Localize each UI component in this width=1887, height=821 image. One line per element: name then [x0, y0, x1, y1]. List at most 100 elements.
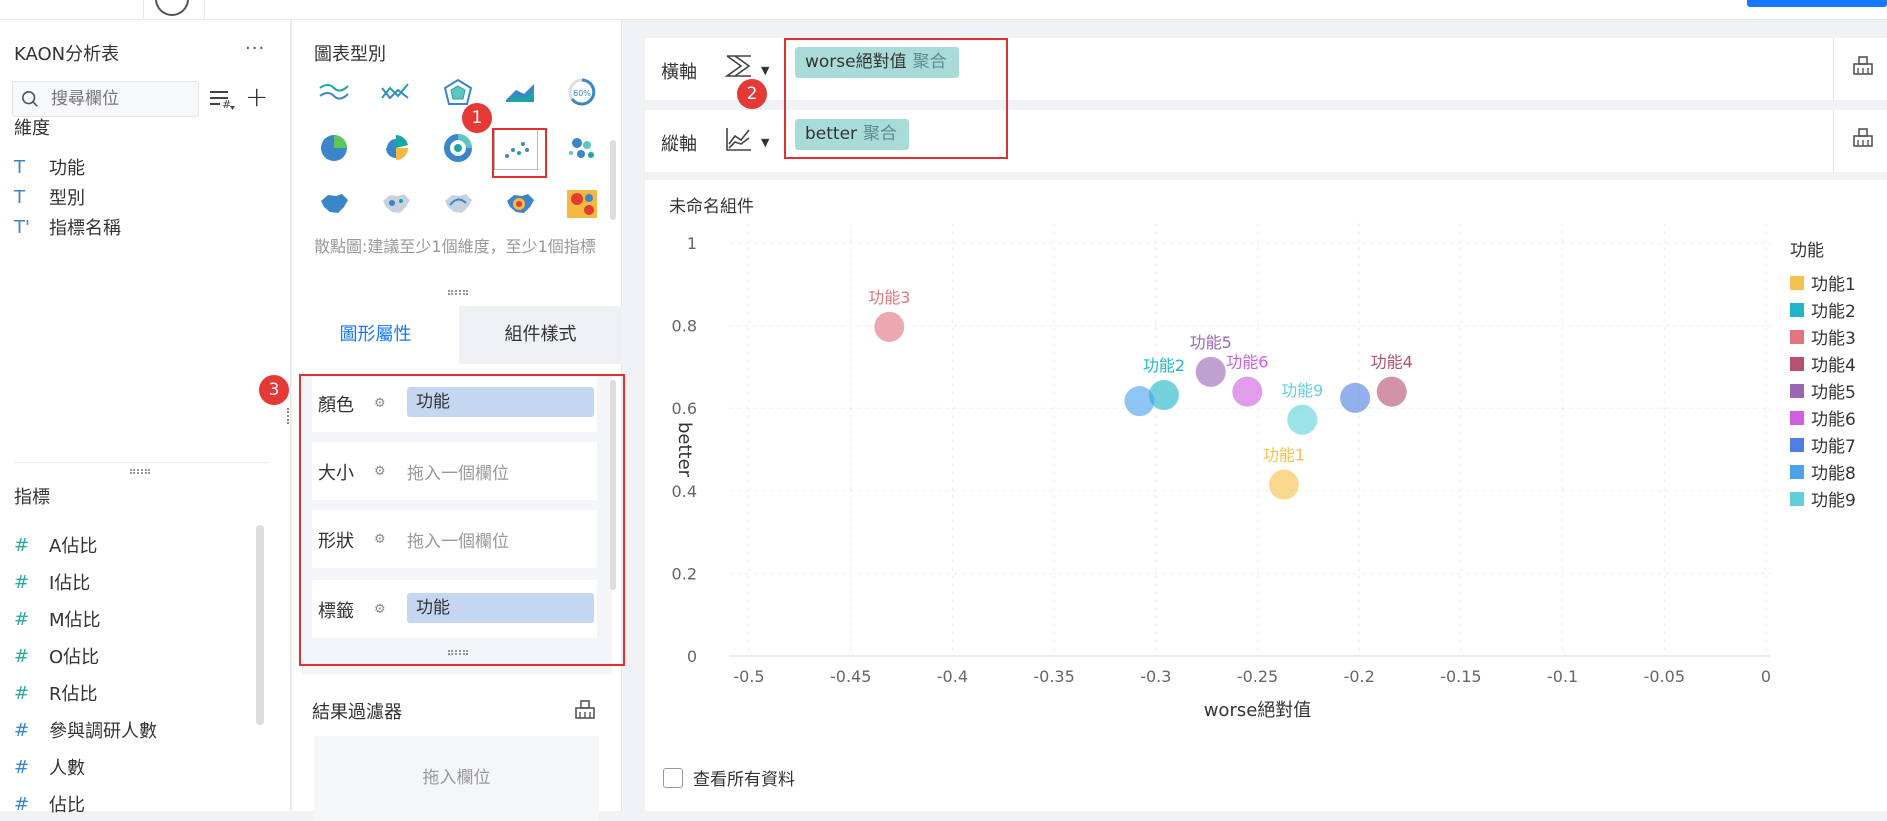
- resize-handle-icon[interactable]: [448, 290, 468, 295]
- chart-type-heatmap-icon[interactable]: [562, 186, 602, 222]
- filter-drop-zone[interactable]: 拖入欄位: [314, 736, 599, 821]
- legend-swatch: [1790, 464, 1804, 479]
- chart-type-multi-line-icon[interactable]: [376, 74, 416, 110]
- chart-type-gauge-icon[interactable]: 60%: [562, 74, 602, 110]
- metric-item[interactable]: # M佔比: [14, 606, 101, 632]
- legend-item[interactable]: 功能2: [1790, 296, 1856, 323]
- annotation-badge: 1: [462, 103, 492, 133]
- data-point: [1232, 376, 1263, 407]
- chart-type-rose-icon[interactable]: [376, 130, 416, 166]
- y-axis-type-icon[interactable]: [723, 124, 755, 154]
- property-tabs: 圖形屬性 組件樣式: [292, 306, 622, 364]
- dimension-item[interactable]: T 功能: [14, 154, 85, 180]
- number-type-icon: #: [14, 645, 30, 667]
- add-field-icon[interactable]: +: [245, 80, 268, 113]
- filter-settings-icon[interactable]: [574, 698, 596, 720]
- top-primary-button[interactable]: [1747, 0, 1887, 7]
- x-axis-type-icon[interactable]: [723, 52, 755, 82]
- field-sort-icon[interactable]: #: [208, 86, 236, 114]
- checkbox-icon[interactable]: [663, 767, 683, 788]
- y-tick-label: 0.2: [672, 564, 697, 583]
- legend-item[interactable]: 功能9: [1790, 485, 1856, 512]
- number-type-icon: #: [14, 571, 30, 593]
- legend-label: 功能4: [1811, 356, 1856, 376]
- y-tick-label: 0: [687, 647, 697, 666]
- chart-type-line-icon[interactable]: [314, 74, 354, 110]
- x-axis-label: 橫軸: [661, 62, 697, 83]
- y-tick-label: 1: [687, 234, 697, 253]
- tab-component-style[interactable]: 組件樣式: [459, 306, 622, 364]
- chart-legend: 功能 功能1 功能2 功能3 功能4 功能5 功能6 功能7 功能8 功能9: [1790, 236, 1856, 512]
- x-tick-label: -0.15: [1440, 667, 1481, 686]
- chart-type-flow-map-icon[interactable]: [438, 186, 478, 222]
- chevron-down-icon[interactable]: ▼: [761, 64, 769, 77]
- legend-label: 功能7: [1811, 437, 1856, 457]
- top-divider: [204, 0, 205, 20]
- data-point: [1376, 376, 1407, 407]
- chart-type-donut-icon[interactable]: [438, 130, 478, 166]
- divider: [1833, 110, 1834, 172]
- dimension-label: 指標名稱: [49, 218, 121, 239]
- tab-graph-properties[interactable]: 圖形屬性: [292, 306, 459, 364]
- x-tick-label: -0.2: [1344, 667, 1375, 686]
- legend-item[interactable]: 功能3: [1790, 323, 1856, 350]
- top-circle-icon[interactable]: [155, 0, 189, 16]
- axis-settings-icon[interactable]: [1852, 126, 1874, 148]
- dimension-item[interactable]: T 型別: [14, 184, 85, 210]
- annotation-box: [784, 38, 1008, 159]
- panel-resize-handle-icon[interactable]: [287, 408, 291, 424]
- metric-item[interactable]: # R佔比: [14, 680, 98, 706]
- point-label: 功能1: [1263, 446, 1305, 465]
- metric-item[interactable]: # A佔比: [14, 532, 97, 558]
- chart-type-map-icon[interactable]: [314, 186, 354, 222]
- scrollbar[interactable]: [610, 140, 616, 220]
- metric-label: M佔比: [49, 610, 101, 631]
- field-search[interactable]: [12, 81, 199, 117]
- annotation-badge: 2: [737, 79, 767, 109]
- legend-item[interactable]: 功能8: [1790, 458, 1856, 485]
- more-icon[interactable]: ···: [245, 38, 265, 59]
- search-input[interactable]: [51, 82, 191, 116]
- number-type-icon: #: [14, 756, 30, 778]
- number-type-icon: #: [14, 719, 30, 741]
- text-type-icon: T: [14, 186, 25, 208]
- legend-item[interactable]: 功能7: [1790, 431, 1856, 458]
- metric-item[interactable]: # I佔比: [14, 569, 90, 595]
- legend-title: 功能: [1790, 241, 1824, 261]
- axis-settings-icon[interactable]: [1852, 54, 1874, 76]
- metric-label: A佔比: [49, 536, 98, 557]
- show-all-data-checkbox[interactable]: 查看所有資料: [663, 765, 795, 790]
- legend-item[interactable]: 功能1: [1790, 269, 1856, 296]
- svg-text:#: #: [222, 98, 231, 111]
- dimension-item[interactable]: T' 指標名稱: [14, 214, 121, 240]
- data-point: [874, 311, 905, 342]
- chart-type-area-icon[interactable]: [500, 74, 540, 110]
- chart-component[interactable]: 未命名組件 -0.5 -0.45 -0.4 -0.35 -0.3 -0.25 -0.2 -0.…: [645, 180, 1887, 811]
- chart-type-heat-map-icon[interactable]: [500, 186, 540, 222]
- point-label: 功能3: [868, 288, 910, 307]
- legend-item[interactable]: 功能4: [1790, 350, 1856, 377]
- metric-label: 參與調研人數: [49, 721, 157, 742]
- scrollbar[interactable]: [256, 525, 264, 725]
- search-icon: [21, 90, 38, 107]
- legend-item[interactable]: 功能5: [1790, 377, 1856, 404]
- chevron-down-icon[interactable]: ▼: [761, 136, 769, 149]
- dimensions-heading: 維度: [14, 118, 50, 139]
- chart-type-pie-icon[interactable]: [314, 130, 354, 166]
- legend-item[interactable]: 功能6: [1790, 404, 1856, 431]
- metric-item[interactable]: # O佔比: [14, 643, 99, 669]
- metric-item[interactable]: # 人數: [14, 754, 85, 780]
- legend-label: 功能8: [1811, 464, 1856, 484]
- metric-item[interactable]: # 佔比: [14, 791, 85, 817]
- x-tick-label: -0.05: [1644, 667, 1685, 686]
- chart-type-bubble-icon[interactable]: [562, 130, 602, 166]
- metric-label: 佔比: [49, 795, 85, 816]
- legend-label: 功能6: [1811, 410, 1856, 430]
- legend-swatch: [1790, 356, 1804, 371]
- scatter-plot[interactable]: -0.5 -0.45 -0.4 -0.35 -0.3 -0.25 -0.2 -0.15 -0.1…: [645, 180, 1887, 760]
- resize-handle-icon[interactable]: [130, 469, 150, 474]
- chart-type-bubble-map-icon[interactable]: [376, 186, 416, 222]
- data-point: [1340, 382, 1371, 413]
- y-axis-title: better: [674, 422, 695, 478]
- metric-item[interactable]: # 參與調研人數: [14, 717, 157, 743]
